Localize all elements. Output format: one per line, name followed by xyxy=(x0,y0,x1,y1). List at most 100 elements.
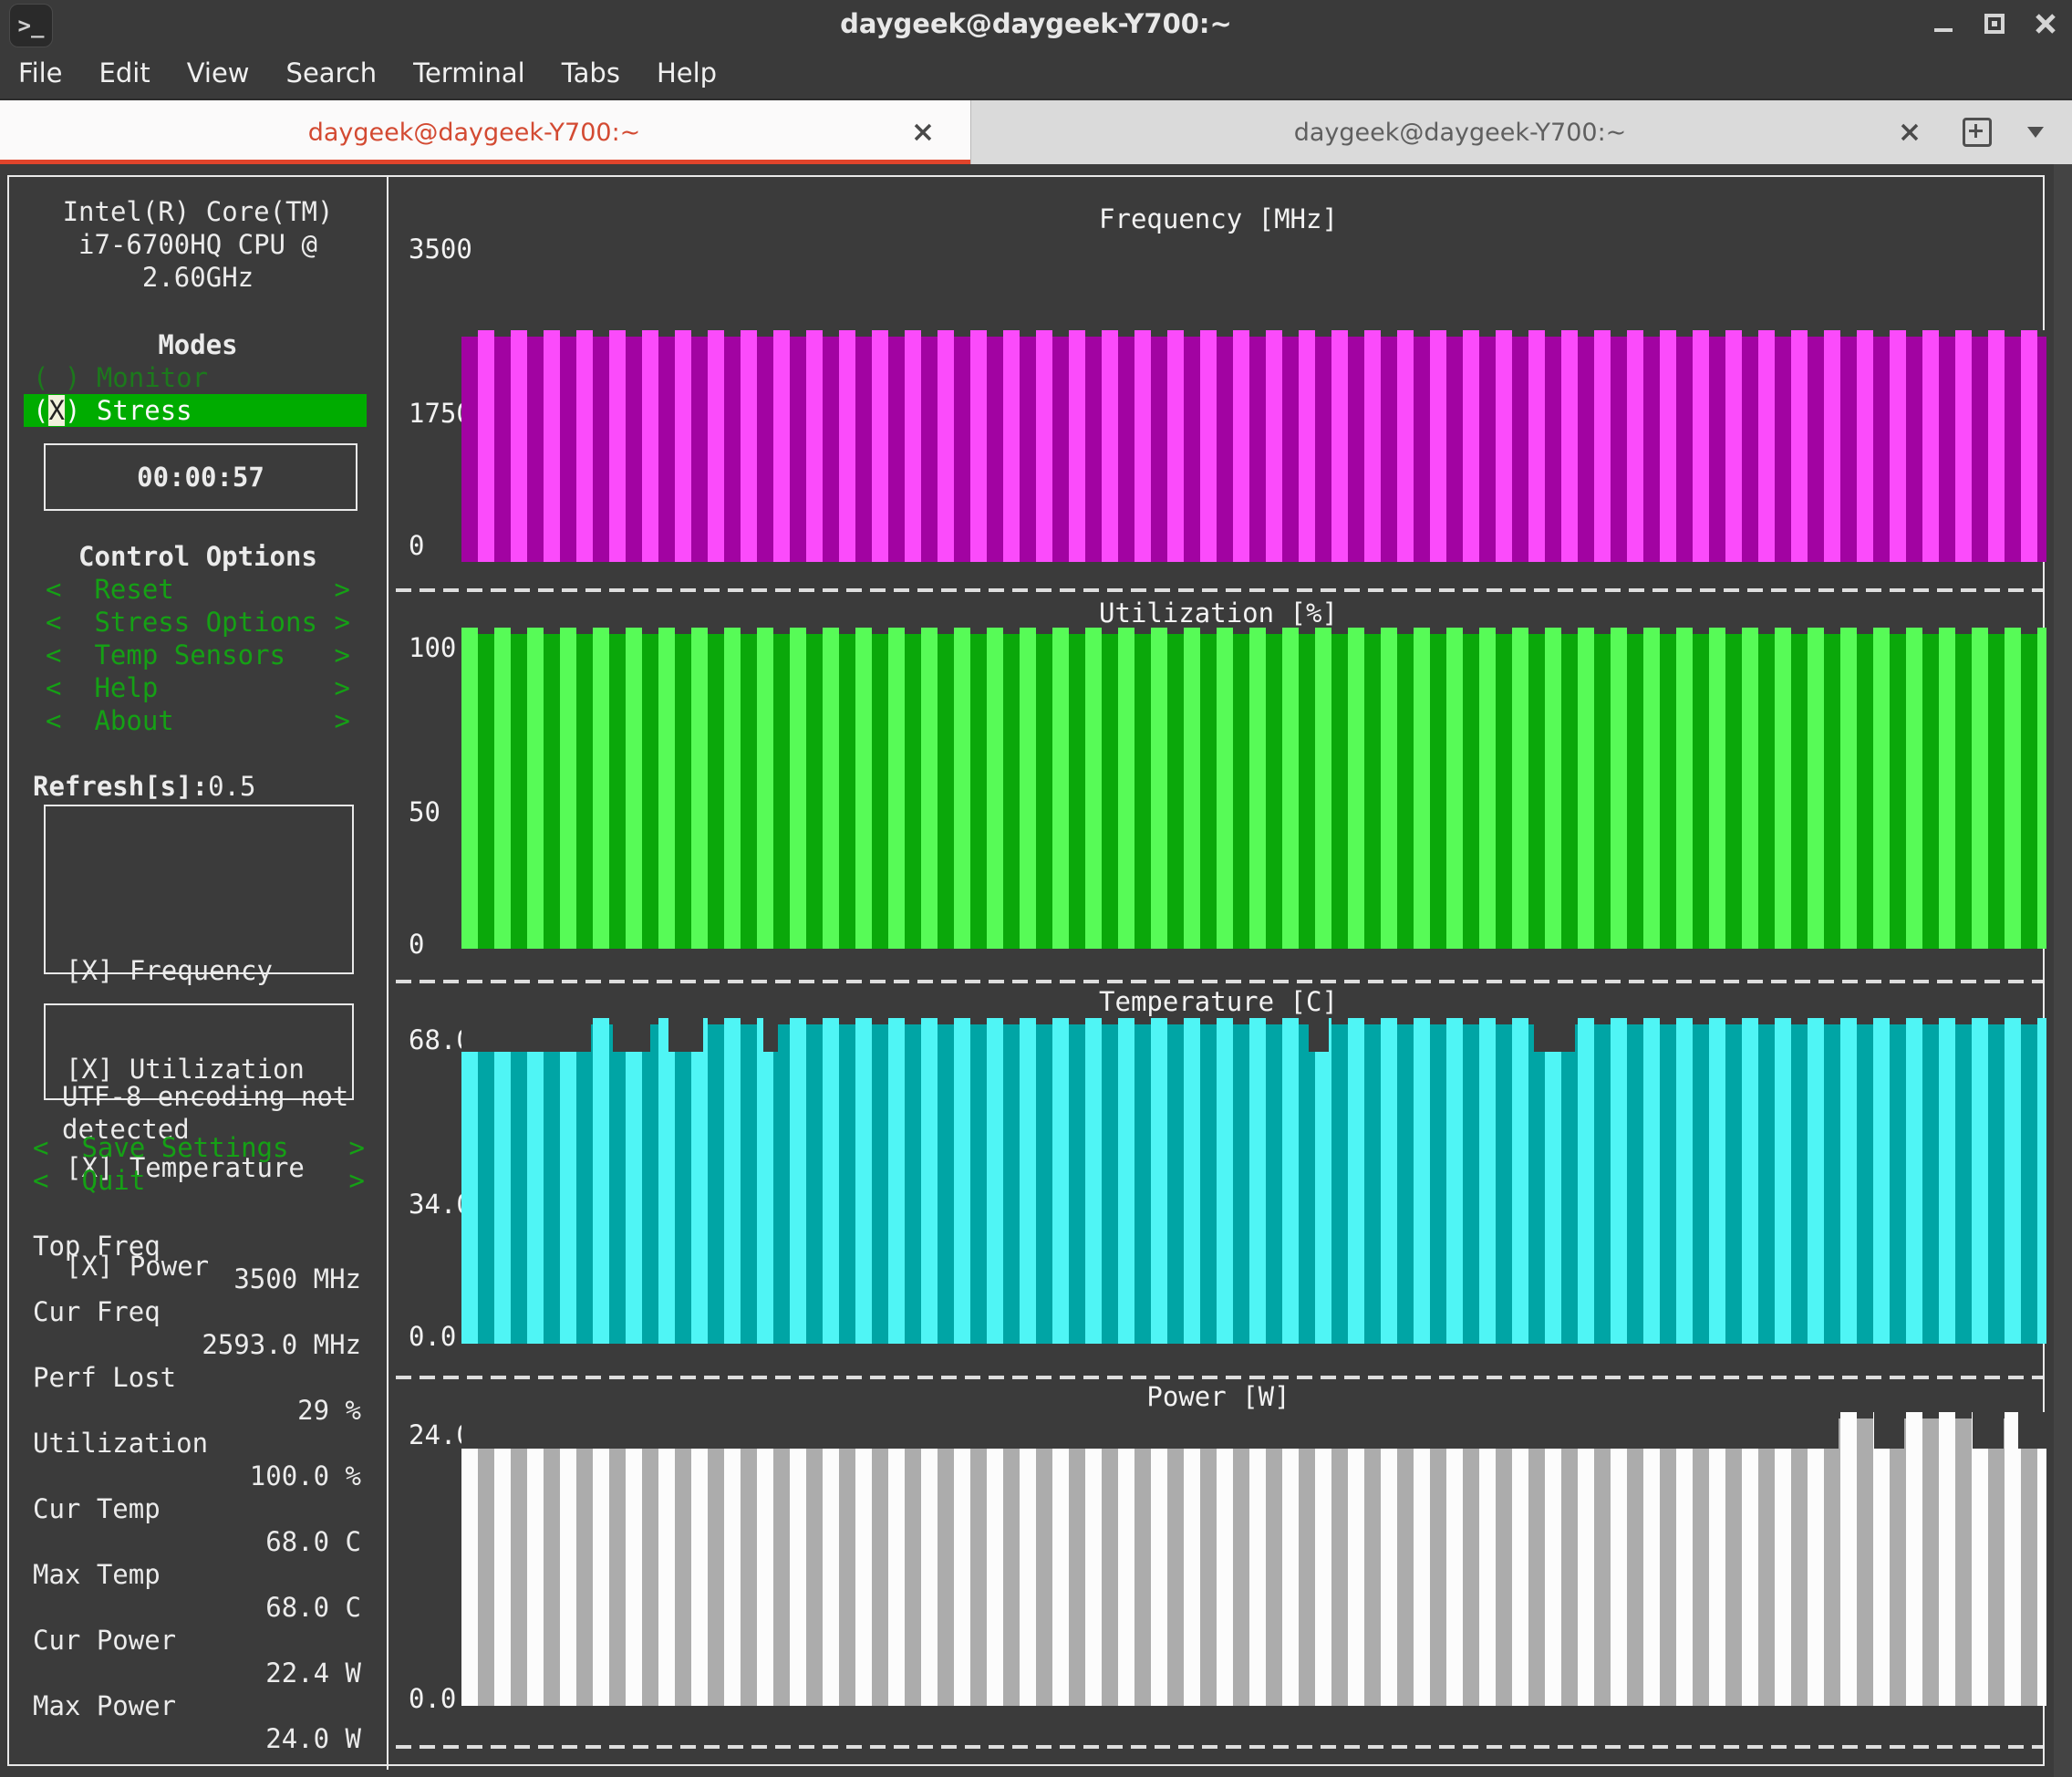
stat-value: 68.0 C xyxy=(265,1592,361,1623)
y-tick: 3500 xyxy=(409,234,472,265)
stat-label: Top Freq xyxy=(33,1231,161,1262)
frequency-bar-graph xyxy=(461,330,2046,562)
y-tick: 50 xyxy=(409,796,440,827)
control-option-label: About xyxy=(94,705,174,736)
action-label: Save Settings xyxy=(81,1132,289,1163)
angle-right: > xyxy=(334,639,350,670)
control-option-label: Temp Sensors xyxy=(94,639,285,670)
titlebar: >_ daygeek@daygeek-Y700:~ xyxy=(0,0,2072,47)
stat-label: Perf Lost xyxy=(33,1362,177,1393)
stat-value: 22.4 W xyxy=(265,1657,361,1689)
tab-active-title: daygeek@daygeek-Y700:~ xyxy=(307,118,641,147)
angle-right: > xyxy=(334,574,350,605)
bar-baseline-cutout xyxy=(612,1018,650,1053)
temperature-bars xyxy=(461,1018,2046,1344)
angle-left: < xyxy=(33,1165,49,1196)
refresh-rate-field[interactable]: Refresh[s]:0.5 xyxy=(33,770,255,803)
chart-title-utilization: Utilization [%] xyxy=(1099,598,1338,629)
utilization-bars xyxy=(461,628,2046,949)
tab-list-chevron-icon[interactable] xyxy=(2019,116,2052,149)
bar-baseline-cutout xyxy=(1308,1018,1330,1053)
bar-baseline-cutout xyxy=(1873,1412,1904,1449)
angle-left: < xyxy=(46,574,62,605)
save-settings-button[interactable]: < Save Settings > xyxy=(33,1131,365,1164)
cpu-model-line: Intel(R) Core(TM) xyxy=(62,196,334,227)
bar-baseline-cutout xyxy=(461,1412,1839,1449)
stat-label: Utilization xyxy=(33,1428,209,1459)
control-option-label: Help xyxy=(94,672,159,703)
tab-inactive[interactable]: daygeek@daygeek-Y700:~ xyxy=(970,100,2072,164)
stat-value: 68.0 C xyxy=(265,1526,361,1557)
bar-baseline-cutout xyxy=(762,1018,778,1053)
control-option-stress-options[interactable]: < Stress Options > xyxy=(46,606,350,639)
angle-left: < xyxy=(46,639,62,670)
angle-left: < xyxy=(46,705,62,736)
menu-view[interactable]: View xyxy=(169,47,268,99)
window-title: daygeek@daygeek-Y700:~ xyxy=(840,8,1232,39)
stat-label: Cur Temp xyxy=(33,1493,161,1524)
encoding-warning-line: UTF-8 encoding not xyxy=(62,1081,349,1112)
control-options-heading: Control Options xyxy=(78,541,317,572)
action-label: Quit xyxy=(81,1165,146,1196)
chart-title-power: Power [W] xyxy=(1146,1381,1290,1412)
section-divider xyxy=(396,588,2043,592)
tabbar: daygeek@daygeek-Y700:~ daygeek@daygeek-Y… xyxy=(0,100,2072,164)
control-option-help[interactable]: < Help > xyxy=(46,671,350,704)
menubar: File Edit View Search Terminal Tabs Help xyxy=(0,47,2072,100)
tab-close-icon[interactable] xyxy=(1893,116,1926,149)
control-option-reset[interactable]: < Reset > xyxy=(46,573,350,606)
frequency-bars xyxy=(461,330,2046,562)
maximize-button[interactable] xyxy=(1981,10,2008,37)
tab-active[interactable]: daygeek@daygeek-Y700:~ xyxy=(0,100,970,164)
stat-value: 29 % xyxy=(297,1395,361,1426)
modes-heading: Modes xyxy=(158,329,238,360)
section-divider xyxy=(396,1745,2043,1749)
terminal-window: >_ daygeek@daygeek-Y700:~ File Edit View… xyxy=(0,0,2072,1777)
stat-value: 3500 MHz xyxy=(233,1263,361,1294)
bar-baseline-cutout xyxy=(1533,1018,1575,1053)
menu-help[interactable]: Help xyxy=(638,47,735,99)
stat-value: 100.0 % xyxy=(249,1460,361,1491)
close-button[interactable] xyxy=(2032,10,2059,37)
menu-terminal[interactable]: Terminal xyxy=(395,47,544,99)
text-cursor: X xyxy=(48,395,65,426)
control-option-label: Stress Options xyxy=(94,607,317,638)
scrollbar[interactable] xyxy=(2054,164,2072,1777)
stui-sidebar: Intel(R) Core(TM) i7-6700HQ CPU @ 2.60GH… xyxy=(9,175,387,1770)
menu-file[interactable]: File xyxy=(18,47,81,99)
cpu-model-line: i7-6700HQ CPU @ xyxy=(78,229,317,260)
mode-option-monitor[interactable]: ( ) Monitor xyxy=(33,361,208,394)
toggle-frequency[interactable]: [X] Frequency xyxy=(66,954,352,987)
encoding-warning-box: UTF-8 encoding not detected xyxy=(44,1003,354,1145)
new-tab-icon[interactable] xyxy=(1961,116,1994,149)
stress-post: ) Stress xyxy=(64,395,192,426)
tab-inactive-title: daygeek@daygeek-Y700:~ xyxy=(1293,118,1627,147)
stress-pre: ( xyxy=(33,395,49,426)
section-divider xyxy=(396,1376,2043,1379)
angle-right: > xyxy=(334,672,350,703)
cpu-model-line: 2.60GHz xyxy=(141,262,254,293)
minimize-button[interactable] xyxy=(1930,10,1957,37)
angle-left: < xyxy=(46,607,62,638)
power-bars xyxy=(461,1412,2046,1706)
quit-button[interactable]: < Quit > xyxy=(33,1164,365,1197)
terminal-viewport[interactable]: Intel(R) Core(TM) i7-6700HQ CPU @ 2.60GH… xyxy=(0,164,2072,1777)
angle-right: > xyxy=(334,705,350,736)
control-option-about[interactable]: < About > xyxy=(46,704,350,737)
control-option-temp-sensors[interactable]: < Temp Sensors > xyxy=(46,639,350,671)
mode-option-stress[interactable]: (X) Stress xyxy=(24,394,367,427)
y-tick: 0 xyxy=(409,530,425,561)
tab-close-icon[interactable] xyxy=(906,116,939,149)
menu-search[interactable]: Search xyxy=(268,47,396,99)
temperature-bar-graph xyxy=(461,1018,2046,1344)
stat-value: 24.0 W xyxy=(265,1723,361,1754)
menu-tabs[interactable]: Tabs xyxy=(544,47,638,99)
bar-baseline-cutout xyxy=(1973,1412,2004,1449)
menu-edit[interactable]: Edit xyxy=(81,47,169,99)
bar-baseline-cutout xyxy=(461,1018,591,1053)
y-tick: 0.0 xyxy=(409,1683,457,1714)
bar-baseline-cutout xyxy=(2017,1412,2046,1449)
stat-label: Max Power xyxy=(33,1690,177,1721)
graph-toggle-box: [X] Frequency [X] Utilization [X] Temper… xyxy=(44,805,354,1282)
stat-value: 2593.0 MHz xyxy=(202,1329,361,1360)
